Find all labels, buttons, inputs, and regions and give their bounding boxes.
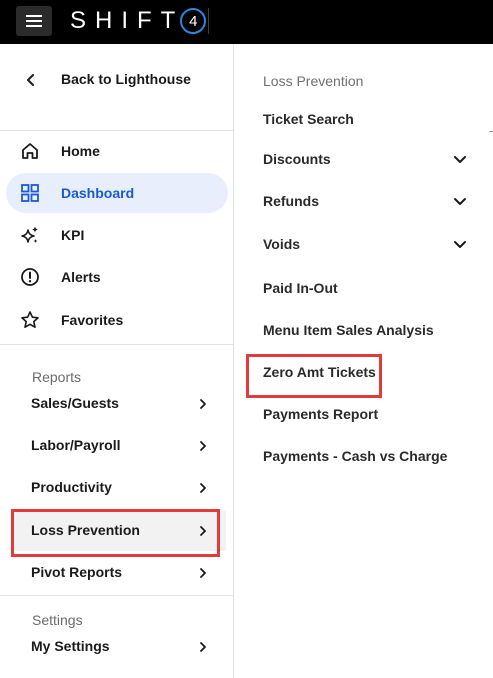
- sidebar-item-label: Home: [61, 143, 100, 159]
- panel-item-zero-amt-tickets[interactable]: Zero Amt Tickets: [263, 358, 483, 388]
- sidebar-item-home[interactable]: Home: [6, 131, 228, 171]
- sidebar-item-label: KPI: [61, 227, 85, 243]
- topbar-divider: [208, 8, 209, 34]
- sidebar-item-favorites[interactable]: Favorites: [6, 300, 228, 340]
- sidebar-item-productivity[interactable]: Productivity: [14, 468, 226, 508]
- dashboard-grid-icon: [21, 184, 39, 202]
- hamburger-icon[interactable]: [16, 6, 52, 36]
- panel-item-label: Zero Amt Tickets: [263, 364, 376, 380]
- panel-item-voids[interactable]: Voids: [263, 230, 483, 260]
- sidebar-item-loss-prevention[interactable]: Loss Prevention: [14, 511, 226, 551]
- sidebar-item-label: My Settings: [31, 638, 110, 654]
- sidebar-item-label: Labor/Payroll: [31, 437, 121, 453]
- sidebar-item-dashboard[interactable]: Dashboard: [6, 173, 228, 213]
- sidebar-item-kpi[interactable]: KPI: [6, 215, 228, 255]
- panel-title: Loss Prevention: [263, 73, 364, 89]
- sidebar-item-labor-payroll[interactable]: Labor/Payroll: [14, 426, 226, 466]
- sidebar-item-label: Loss Prevention: [31, 522, 140, 538]
- chevron-down-icon[interactable]: [453, 197, 467, 207]
- panel-item-paid-in-out[interactable]: Paid In-Out: [263, 274, 483, 304]
- chevron-right-icon: [200, 441, 206, 451]
- back-label: Back to Lighthouse: [61, 71, 191, 87]
- panel-item-label: Ticket Search: [263, 111, 354, 127]
- sidebar-item-my-settings[interactable]: My Settings: [14, 627, 226, 667]
- home-icon: [22, 143, 38, 159]
- panel-item-menu-item-sales-analysis[interactable]: Menu Item Sales Analysis: [263, 316, 483, 346]
- sidebar-item-label: Favorites: [61, 312, 124, 328]
- panel-item-label: Payments - Cash vs Charge: [263, 448, 448, 464]
- sidebar-item-label: Pivot Reports: [31, 564, 123, 580]
- sidebar-item-pivot-reports[interactable]: Pivot Reports: [14, 553, 226, 593]
- panel-item-refunds[interactable]: Refunds: [263, 187, 483, 217]
- chevron-left-icon: [27, 74, 34, 86]
- divider: [0, 595, 233, 596]
- sidebar-item-label: Alerts: [61, 269, 101, 285]
- panel-item-ticket-search[interactable]: Ticket Search: [263, 105, 483, 135]
- top-bar: SHIFT 4: [0, 0, 493, 44]
- sidebar-item-alerts[interactable]: Alerts: [6, 257, 228, 297]
- chevron-down-icon[interactable]: [453, 240, 467, 250]
- panel-item-label: Refunds: [263, 193, 319, 209]
- star-icon: [21, 311, 39, 328]
- panel-item-label: Paid In-Out: [263, 280, 338, 296]
- chevron-right-icon: [200, 399, 206, 409]
- sidebar: Back to Lighthouse Home Dashboard KPI Al…: [0, 44, 234, 678]
- back-to-lighthouse-button[interactable]: Back to Lighthouse: [0, 60, 233, 100]
- reports-section-label: Reports: [32, 369, 82, 385]
- chevron-right-icon: [200, 526, 206, 536]
- sidebar-item-sales-guests[interactable]: Sales/Guests: [14, 384, 226, 424]
- shift4-logo[interactable]: SHIFT 4: [70, 6, 207, 36]
- chevron-right-icon: [200, 483, 206, 493]
- edge-mark: [489, 131, 493, 132]
- settings-section-label: Settings: [32, 612, 83, 628]
- panel-item-discounts[interactable]: Discounts: [263, 145, 483, 175]
- sidebar-item-label: Productivity: [31, 479, 112, 495]
- panel-item-label: Voids: [263, 236, 301, 252]
- chevron-right-icon: [200, 568, 206, 578]
- alert-circle-icon: [21, 268, 39, 286]
- divider: [0, 344, 233, 345]
- logo-number: 4: [180, 8, 207, 34]
- panel-item-label: Menu Item Sales Analysis: [263, 322, 434, 338]
- panel-item-label: Discounts: [263, 151, 331, 167]
- logo-text: SHIFT: [70, 7, 185, 34]
- chevron-right-icon: [200, 642, 206, 652]
- panel-item-label: Payments Report: [263, 406, 379, 422]
- sidebar-item-label: Dashboard: [61, 185, 135, 201]
- chevron-down-icon[interactable]: [453, 155, 467, 165]
- sparkles-icon: [21, 226, 38, 243]
- panel-item-payments-report[interactable]: Payments Report: [263, 400, 483, 430]
- sidebar-item-label: Sales/Guests: [31, 395, 119, 411]
- panel-item-payments-cash-vs-charge[interactable]: Payments - Cash vs Charge: [263, 442, 483, 472]
- loss-prevention-panel: Loss Prevention Ticket Search Discounts …: [234, 44, 493, 678]
